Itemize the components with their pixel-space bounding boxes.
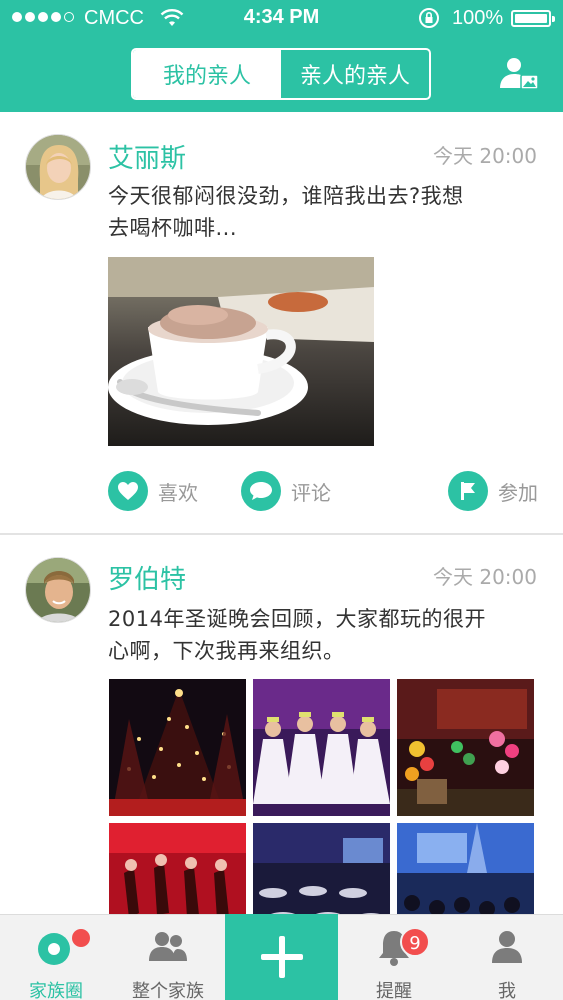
battery-percent: 100% — [452, 7, 504, 29]
relatives-segmented-control: 我的亲人 亲人的亲人 — [131, 48, 431, 100]
post-photo-dancers-white[interactable] — [253, 679, 390, 816]
feed-post: 罗伯特 今天 20:00 2014年圣诞晚会回顾，大家都玩的很开 心啊，下次我再… — [0, 535, 563, 960]
like-label: 喜欢 — [158, 480, 198, 505]
tab-label: 整个家族 — [132, 981, 204, 1000]
heart-icon — [108, 471, 148, 511]
tab-relatives-of-relatives[interactable]: 亲人的亲人 — [281, 50, 429, 98]
join-button[interactable]: 参加 — [448, 469, 538, 513]
plus-icon — [260, 936, 303, 978]
join-label: 参加 — [498, 480, 538, 505]
post-text-line: 去喝杯咖啡... — [108, 216, 238, 240]
avatar[interactable] — [25, 557, 91, 623]
tab-label: 我 — [498, 981, 516, 1000]
unread-dot — [72, 929, 90, 947]
post-text-line: 2014年圣诞晚会回顾，大家都玩的很开 — [108, 607, 486, 631]
avatar[interactable] — [25, 134, 91, 200]
post-photo-party-balloons[interactable] — [397, 679, 534, 816]
like-button[interactable]: 喜欢 — [108, 469, 198, 513]
post-author[interactable]: 艾丽斯 — [108, 138, 186, 175]
status-bar: CMCC 4:34 PM 100% — [0, 0, 563, 36]
top-header: CMCC 4:34 PM 100% 我的亲人 亲人的亲人 — [0, 0, 563, 112]
rotation-lock-icon — [419, 8, 439, 28]
post-author[interactable]: 罗伯特 — [108, 559, 186, 596]
group-icon — [149, 932, 187, 961]
comment-icon — [241, 471, 281, 511]
battery-icon — [511, 10, 555, 27]
flag-icon — [448, 471, 488, 511]
person-photo-icon[interactable] — [499, 56, 539, 92]
post-text: 2014年圣诞晚会回顾，大家都玩的很开 心啊，下次我再来组织。 — [108, 603, 544, 667]
comment-label: 评论 — [291, 480, 331, 505]
post-text-line: 心啊，下次我再来组织。 — [108, 639, 345, 663]
post-text: 今天很郁闷很没劲，谁陪我出去?我想 去喝杯咖啡... — [108, 180, 544, 244]
post-text-line: 今天很郁闷很没劲，谁陪我出去?我想 — [108, 184, 464, 208]
comment-button[interactable]: 评论 — [241, 469, 331, 513]
tab-remind[interactable]: 9 提醒 — [338, 915, 450, 1000]
post-photo-coffee[interactable] — [108, 257, 374, 446]
tab-whole-family[interactable]: 整个家族 — [112, 915, 224, 1000]
tab-family-circle[interactable]: 家族圈 — [0, 915, 112, 1000]
post-actions: 喜欢 评论 参加 — [0, 469, 563, 513]
tab-label: 提醒 — [376, 981, 412, 1000]
tab-label: 家族圈 — [29, 981, 83, 1000]
user-icon — [492, 931, 522, 963]
notification-badge: 9 — [400, 927, 430, 957]
post-time: 今天 20:00 — [433, 144, 537, 168]
family-circle-icon — [38, 933, 70, 965]
tab-my-relatives[interactable]: 我的亲人 — [133, 50, 281, 98]
post-photo-christmas-tree[interactable] — [109, 679, 246, 816]
add-post-button[interactable] — [225, 914, 338, 1000]
post-time: 今天 20:00 — [433, 565, 537, 589]
tab-me[interactable]: 我 — [451, 915, 563, 1000]
